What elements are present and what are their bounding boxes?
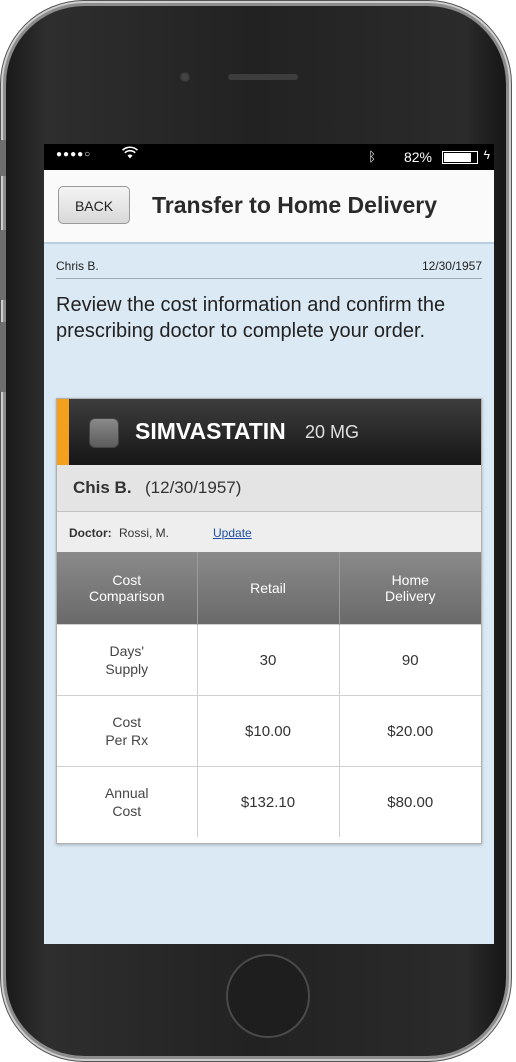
status-bar: ●●●●○ ᛒ 82% ϟ (44, 144, 494, 170)
drug-select-checkbox[interactable] (89, 418, 119, 448)
home-button[interactable] (226, 954, 310, 1038)
row-label: Annual Cost (57, 766, 198, 837)
patient-name: Chris B. (56, 259, 99, 273)
doctor-row: Doctor: Rossi, M. Update (57, 512, 481, 552)
header-home-delivery: Home Delivery (339, 552, 481, 625)
home-delivery-value: 90 (339, 624, 481, 696)
member-dob: (12/30/1957) (145, 478, 242, 497)
doctor-name: Rossi, M. (119, 526, 170, 540)
instructions-text: Review the cost information and confirm … (56, 294, 446, 342)
row-label: Cost Per Rx (57, 695, 198, 767)
drug-accent-bar (57, 399, 69, 465)
volume-up-button (0, 230, 6, 300)
bluetooth-icon: ᛒ (368, 149, 376, 164)
wifi-icon (121, 146, 139, 163)
patient-dob: 12/30/1957 (421, 259, 482, 273)
phone-frame: ●●●●○ ᛒ 82% ϟ BACK Transfer to Home Deli… (6, 6, 506, 1056)
signal-strength-icon: ●●●●○ (56, 149, 92, 160)
battery-icon (442, 151, 478, 164)
cost-comparison-table: Cost Comparison Retail Home Delivery Day… (57, 552, 481, 837)
table-row: Annual Cost $132.10 $80.00 (57, 766, 481, 837)
member-name: Chis B. (73, 478, 132, 497)
navigation-bar: BACK Transfer to Home Delivery (44, 170, 494, 244)
camera-icon (179, 71, 191, 83)
header-cost-comparison: Cost Comparison (57, 552, 198, 625)
screen: ●●●●○ ᛒ 82% ϟ BACK Transfer to Home Deli… (44, 144, 494, 944)
prescription-card: SIMVASTATIN 20 MG Chis B. (12/30/1957) D… (56, 398, 482, 844)
home-delivery-value: $80.00 (339, 766, 481, 837)
doctor-label: Doctor: (69, 526, 112, 540)
row-label: Days' Supply (57, 624, 198, 696)
charging-icon: ϟ (483, 148, 490, 162)
volume-down-button (0, 322, 6, 392)
drug-dose: 20 MG (305, 422, 360, 442)
home-delivery-value: $20.00 (339, 695, 481, 767)
speaker-grille (228, 74, 298, 80)
update-doctor-link[interactable]: Update (213, 526, 252, 540)
member-row: Chis B. (12/30/1957) (57, 465, 481, 512)
table-row: Cost Per Rx $10.00 $20.00 (57, 695, 481, 767)
battery-percentage: 82% (403, 149, 432, 165)
retail-value: $132.10 (197, 766, 340, 837)
table-header-row: Cost Comparison Retail Home Delivery (57, 552, 481, 625)
back-button[interactable]: BACK (58, 186, 130, 224)
mute-switch (0, 140, 6, 176)
patient-info-row: Chris B. 12/30/1957 (56, 254, 482, 279)
retail-value: 30 (197, 624, 340, 696)
retail-value: $10.00 (197, 695, 340, 767)
header-retail: Retail (197, 552, 340, 625)
drug-name: SIMVASTATIN (135, 418, 286, 444)
page-title: Transfer to Home Delivery (152, 192, 438, 218)
table-row: Days' Supply 30 90 (57, 624, 481, 696)
drug-header: SIMVASTATIN 20 MG (57, 399, 481, 465)
